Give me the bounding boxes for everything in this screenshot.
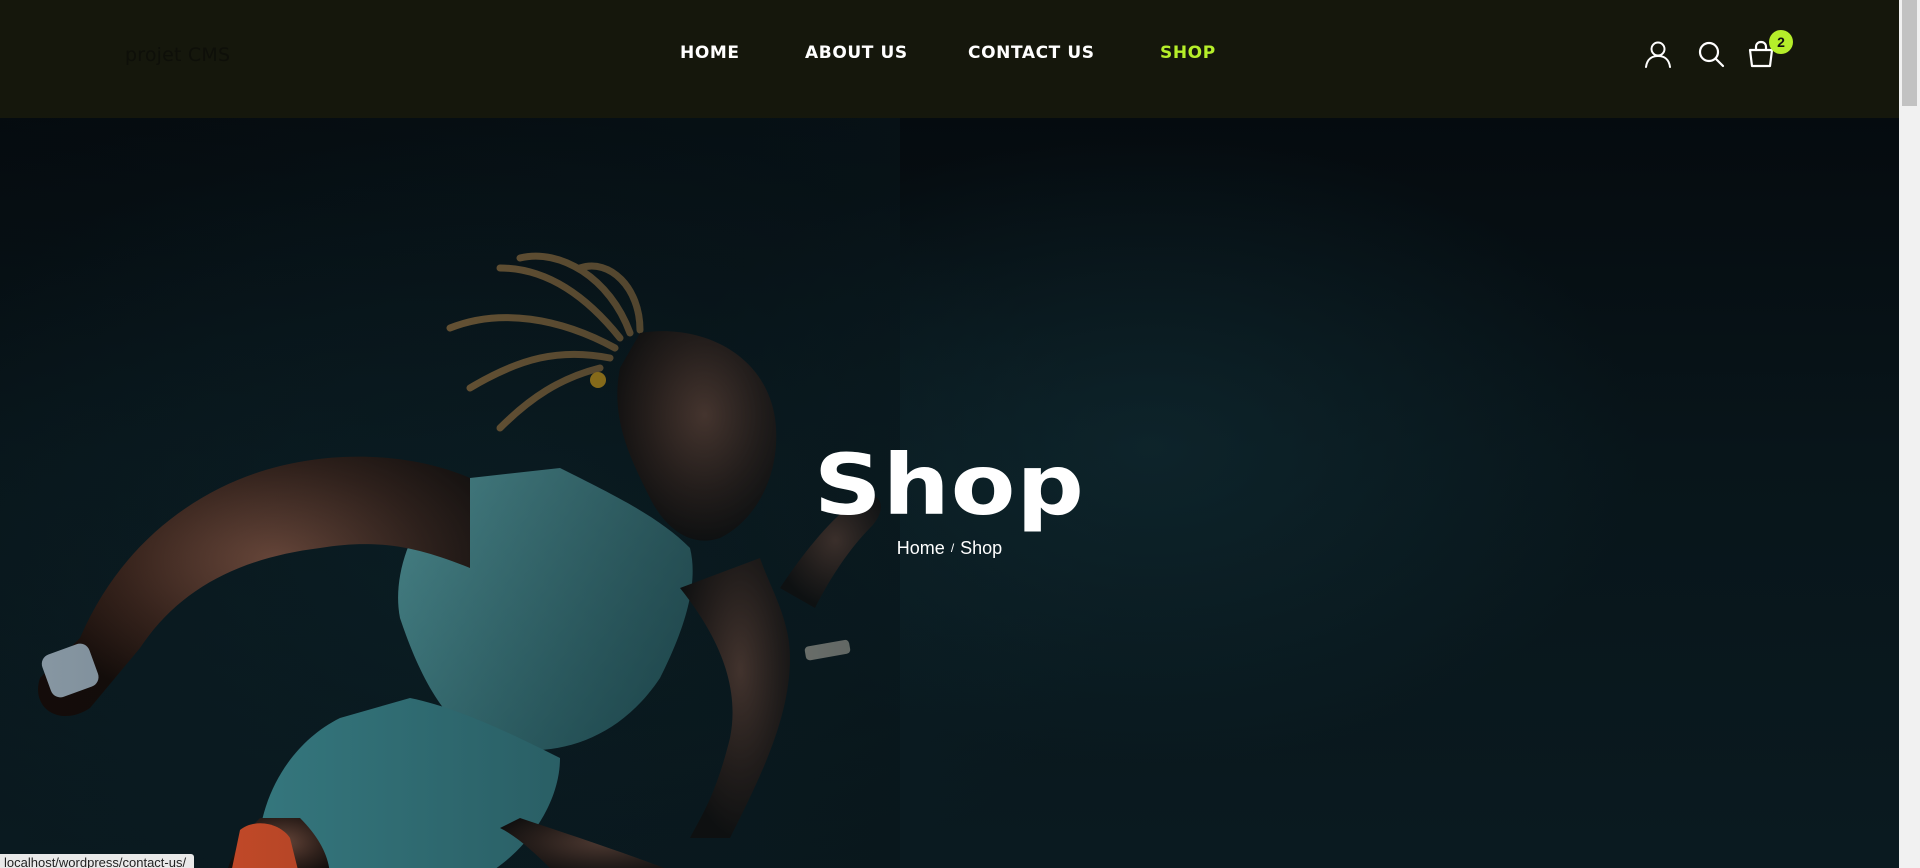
browser-status-url: localhost/wordpress/contact-us/ xyxy=(0,854,195,868)
nav-contact-us[interactable]: CONTACT US xyxy=(968,43,1095,63)
hero-banner: Shop Home / Shop xyxy=(0,118,1899,868)
search-icon[interactable] xyxy=(1695,38,1727,70)
nav-shop[interactable]: SHOP xyxy=(1160,43,1216,63)
page-title: Shop xyxy=(813,436,1086,534)
site-brand[interactable]: projet CMS xyxy=(125,44,230,66)
nav-about-us[interactable]: ABOUT US xyxy=(805,43,908,63)
page-scrollbar[interactable] xyxy=(1899,0,1920,868)
user-icon[interactable] xyxy=(1642,38,1674,70)
scrollbar-thumb[interactable] xyxy=(1902,0,1917,106)
breadcrumb-current: Shop xyxy=(960,538,1003,558)
nav-home[interactable]: HOME xyxy=(680,43,740,63)
breadcrumb-separator: / xyxy=(950,541,955,555)
breadcrumb-home-link[interactable]: Home xyxy=(897,538,945,558)
site-header: projet CMS HOME ABOUT US CONTACT US SHOP xyxy=(0,0,1899,118)
page: projet CMS HOME ABOUT US CONTACT US SHOP xyxy=(0,0,1920,868)
breadcrumb: Home / Shop xyxy=(0,538,1899,559)
cart-count-badge: 2 xyxy=(1769,30,1793,54)
